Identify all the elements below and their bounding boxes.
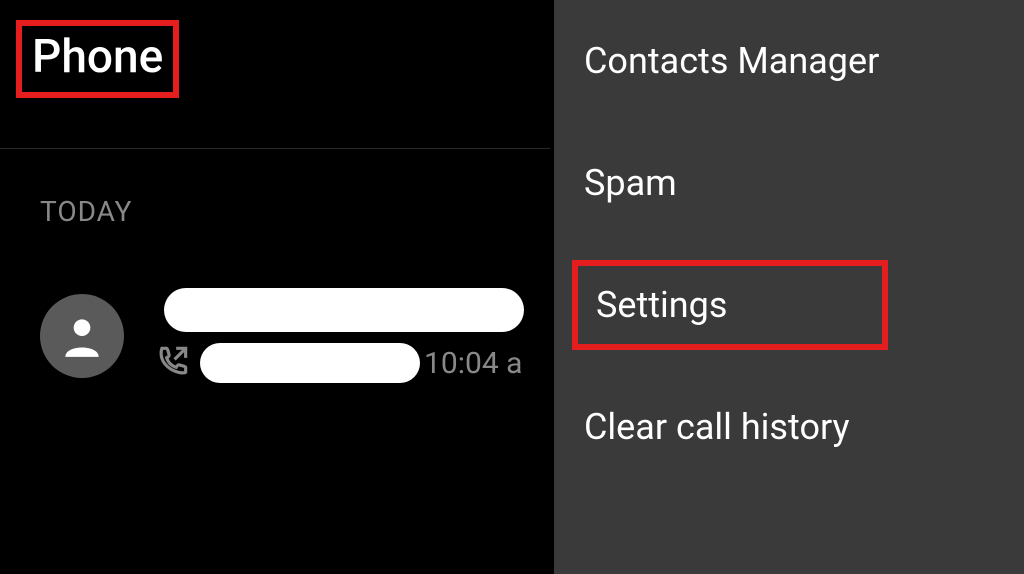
redacted-contact-name (164, 288, 524, 332)
menu-item-spam[interactable]: Spam (554, 122, 1024, 244)
call-time: 10:04 a (424, 346, 522, 381)
redacted-phone-number (200, 343, 420, 383)
menu-item-clear-call-history[interactable]: Clear call history (554, 366, 1024, 488)
contact-avatar (40, 294, 124, 378)
app-title: Phone (32, 30, 163, 84)
title-highlight-box: Phone (16, 20, 179, 98)
menu-item-contacts-manager[interactable]: Contacts Manager (554, 0, 1024, 122)
settings-highlight-box: Settings (554, 244, 1024, 366)
menu-item-settings[interactable]: Settings (572, 260, 888, 350)
outgoing-call-icon (154, 342, 192, 384)
overflow-menu: Contacts Manager Spam Settings Clear cal… (554, 0, 1024, 574)
person-icon (57, 311, 107, 361)
